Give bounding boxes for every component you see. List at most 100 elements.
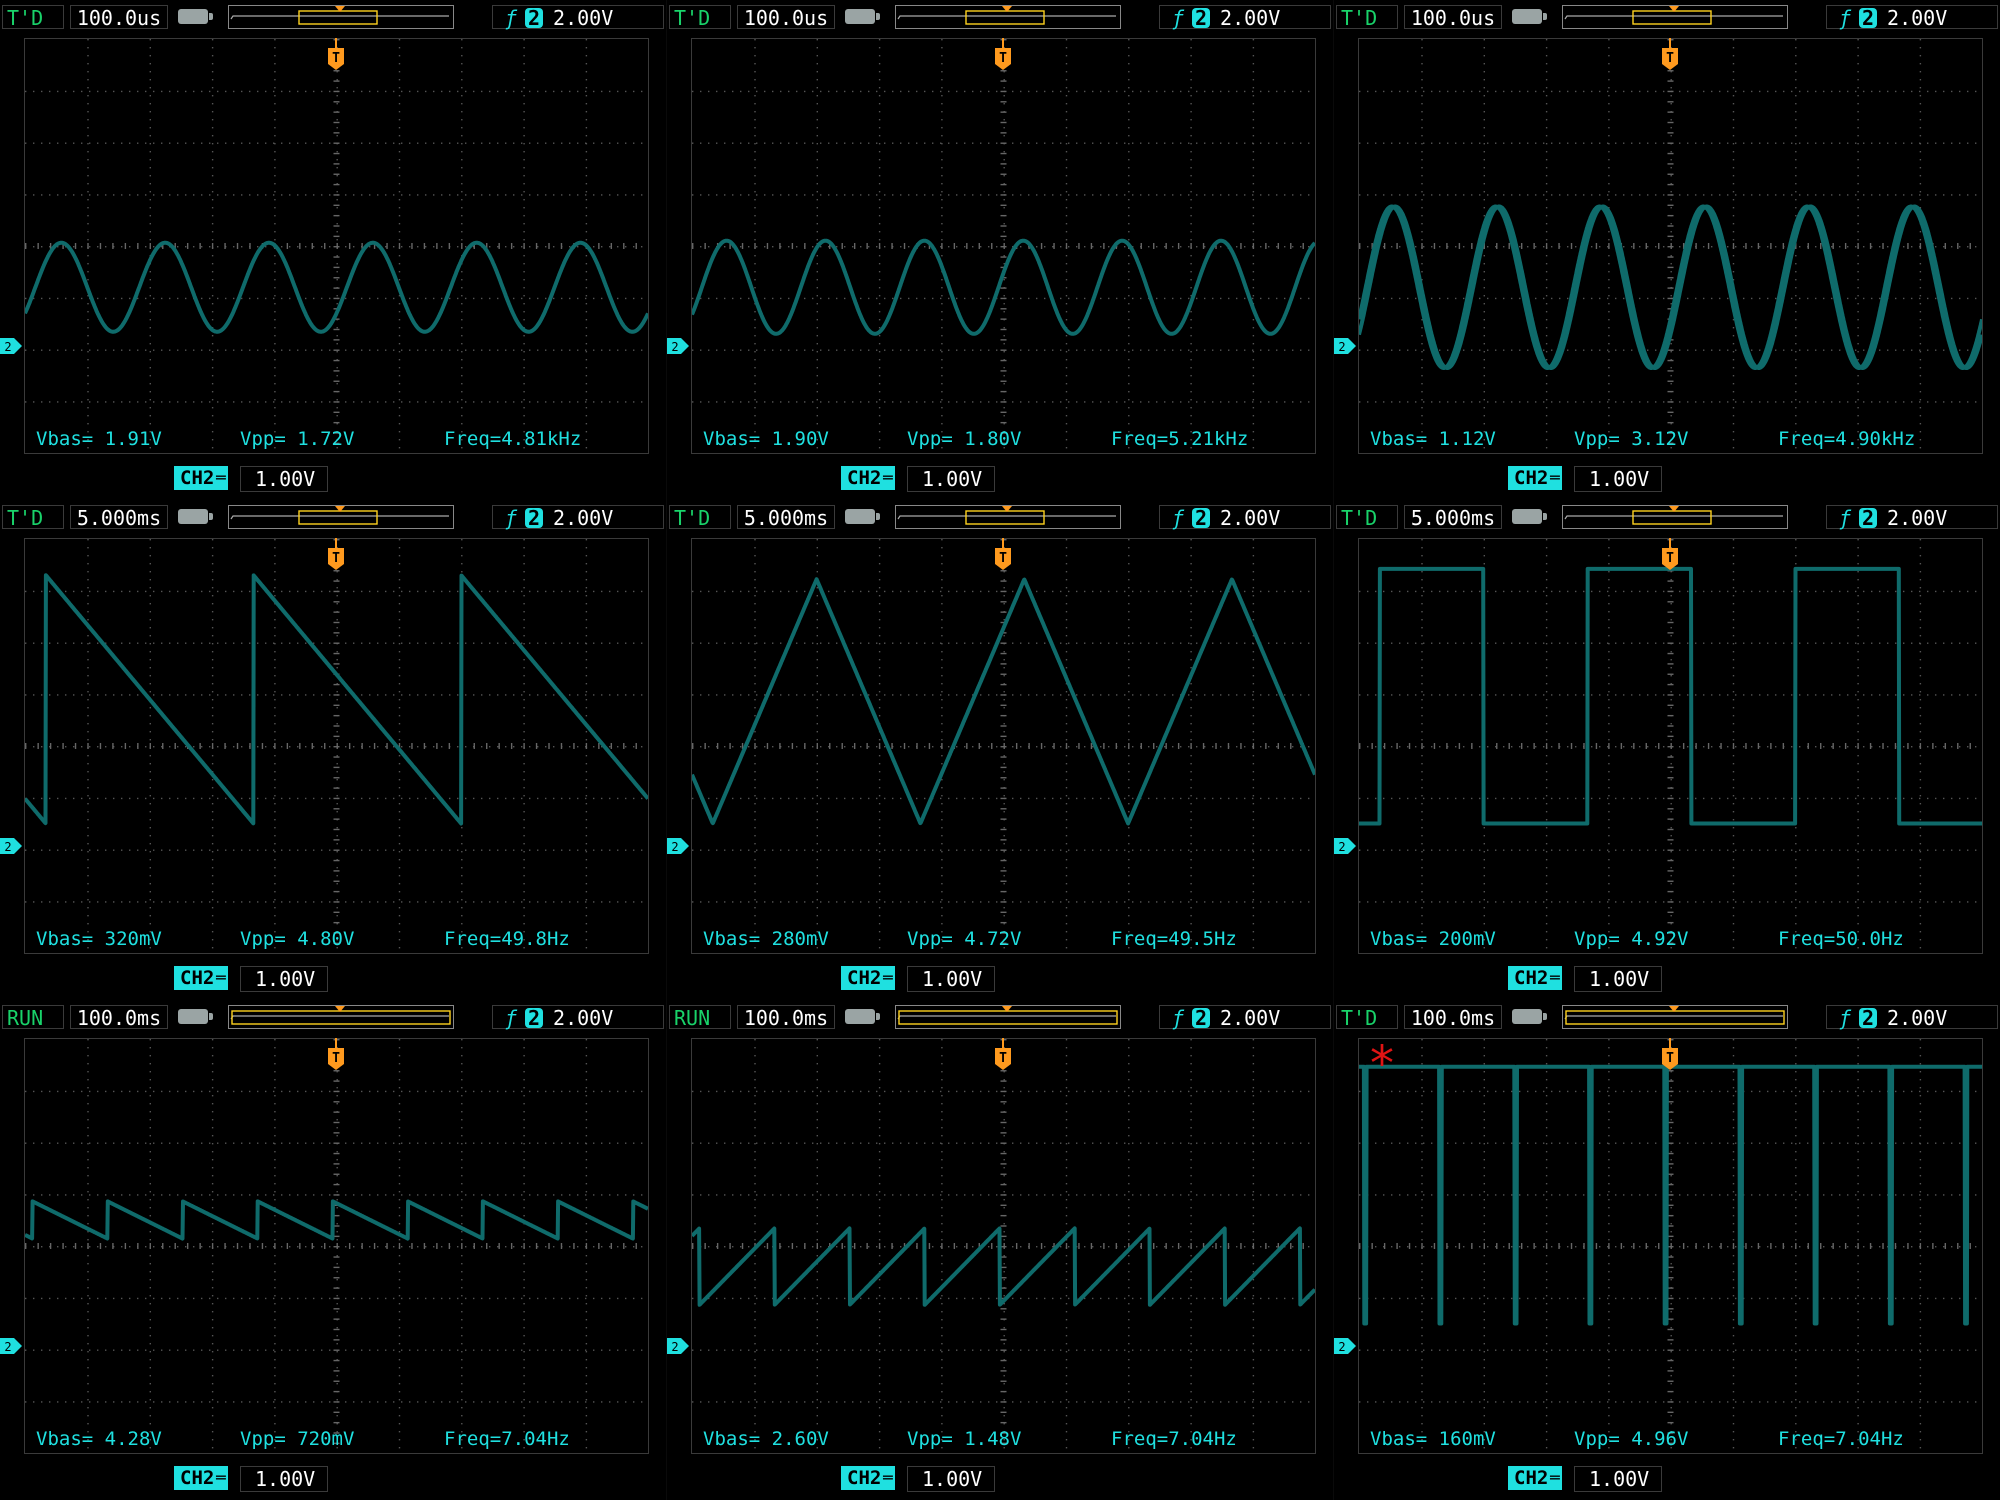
trigger-marker-label: T bbox=[332, 51, 340, 66]
trigger-position-icon[interactable]: T bbox=[994, 538, 1012, 570]
timebase-readout[interactable]: 100.0ms bbox=[70, 1005, 168, 1030]
trigger-position-icon[interactable]: T bbox=[1661, 1038, 1679, 1070]
acquisition-status[interactable]: T'D bbox=[669, 5, 731, 30]
ground-marker-label: 2 bbox=[671, 1340, 678, 1354]
waveform-display[interactable] bbox=[1358, 38, 1983, 454]
trigger-marker-label: T bbox=[1666, 1051, 1674, 1066]
memory-position-bar[interactable] bbox=[1562, 1005, 1788, 1029]
acquisition-status[interactable]: T'D bbox=[1336, 505, 1398, 530]
trigger-settings[interactable]: ƒ 2 2.00V bbox=[1159, 5, 1331, 30]
battery-body bbox=[1512, 509, 1547, 524]
trigger-settings[interactable]: ƒ 2 2.00V bbox=[1826, 1005, 1998, 1030]
trigger-position-icon[interactable]: T bbox=[327, 538, 345, 570]
trigger-position-icon[interactable]: T bbox=[327, 38, 345, 70]
battery-icon bbox=[843, 505, 883, 529]
memory-position-bar[interactable] bbox=[895, 1005, 1121, 1029]
battery-body bbox=[1512, 1009, 1547, 1024]
trigger-level: 2.00V bbox=[1220, 1006, 1281, 1030]
timebase-readout[interactable]: 100.0ms bbox=[737, 1005, 835, 1030]
trigger-settings[interactable]: ƒ 2 2.00V bbox=[492, 1005, 664, 1030]
top-status-bar: RUN 100.0ms ƒ 2 2.00V bbox=[0, 1000, 666, 1034]
acquisition-status[interactable]: T'D bbox=[1336, 5, 1398, 30]
memory-position-bar[interactable] bbox=[228, 505, 454, 529]
channel-2-ground-icon[interactable]: 2 bbox=[667, 338, 689, 354]
vpp-measurement: Vpp= 4.72V bbox=[907, 928, 1022, 950]
acquisition-status[interactable]: RUN bbox=[669, 1005, 731, 1030]
ground-marker-label: 2 bbox=[1338, 340, 1345, 354]
vbase-measurement: Vbas= 160mV bbox=[1370, 1428, 1496, 1450]
trigger-position-icon[interactable]: T bbox=[327, 1038, 345, 1070]
waveform-display[interactable] bbox=[691, 1038, 1316, 1454]
waveform-display[interactable] bbox=[1358, 1038, 1983, 1454]
timebase-readout[interactable]: 5.000ms bbox=[737, 505, 835, 530]
channel-footer: CH2 ═ 1.00V bbox=[667, 1462, 1333, 1500]
waveform-display[interactable] bbox=[1358, 538, 1983, 954]
trigger-settings[interactable]: ƒ 2 2.00V bbox=[1826, 505, 1998, 530]
acquisition-status[interactable]: T'D bbox=[2, 5, 64, 30]
timebase-readout[interactable]: 5.000ms bbox=[1404, 505, 1502, 530]
waveform-display[interactable] bbox=[691, 538, 1316, 954]
memory-position-bar[interactable] bbox=[228, 1005, 454, 1029]
waveform-display[interactable] bbox=[691, 38, 1316, 454]
trigger-channel-badge: 2 bbox=[1859, 8, 1878, 28]
timebase-readout[interactable]: 100.0us bbox=[737, 5, 835, 30]
trigger-channel-badge: 2 bbox=[525, 1008, 544, 1028]
channel-2-ground-icon[interactable]: 2 bbox=[0, 838, 22, 854]
trigger-settings[interactable]: ƒ 2 2.00V bbox=[1159, 1005, 1331, 1030]
waveform-display[interactable] bbox=[24, 538, 649, 954]
volts-per-div[interactable]: 1.00V bbox=[240, 966, 329, 992]
trigger-settings[interactable]: ƒ 2 2.00V bbox=[1159, 505, 1331, 530]
trigger-channel-badge: 2 bbox=[1192, 8, 1211, 28]
acquisition-status[interactable]: RUN bbox=[2, 1005, 64, 1030]
trigger-marker-label: T bbox=[332, 1051, 340, 1066]
volts-per-div[interactable]: 1.00V bbox=[1574, 1466, 1663, 1492]
rising-edge-icon: ƒ bbox=[1172, 1006, 1185, 1030]
frequency-measurement: Freq=49.5Hz bbox=[1111, 928, 1237, 950]
trigger-marker-label: T bbox=[1666, 51, 1674, 66]
timebase-readout[interactable]: 100.0ms bbox=[1404, 1005, 1502, 1030]
memory-position-bar[interactable] bbox=[895, 505, 1121, 529]
trigger-position-icon[interactable]: T bbox=[994, 1038, 1012, 1070]
acquisition-status[interactable]: T'D bbox=[669, 505, 731, 530]
volts-per-div[interactable]: 1.00V bbox=[1574, 966, 1663, 992]
ground-marker-label: 2 bbox=[671, 840, 678, 854]
memory-position-bar[interactable] bbox=[228, 5, 454, 29]
trigger-marker-label: T bbox=[1666, 551, 1674, 566]
trigger-position-icon[interactable]: T bbox=[1661, 38, 1679, 70]
rising-edge-icon: ƒ bbox=[1172, 6, 1185, 30]
acquisition-status[interactable]: T'D bbox=[1336, 1005, 1398, 1030]
waveform-display[interactable] bbox=[24, 1038, 649, 1454]
waveform-display[interactable] bbox=[24, 38, 649, 454]
memory-position-bar[interactable] bbox=[1562, 505, 1788, 529]
trigger-settings[interactable]: ƒ 2 2.00V bbox=[492, 5, 664, 30]
channel-2-ground-icon[interactable]: 2 bbox=[1334, 338, 1356, 354]
volts-per-div[interactable]: 1.00V bbox=[240, 466, 329, 492]
vbase-measurement: Vbas= 200mV bbox=[1370, 928, 1496, 950]
memory-position-bar[interactable] bbox=[1562, 5, 1788, 29]
channel-2-ground-icon[interactable]: 2 bbox=[1334, 1338, 1356, 1354]
volts-per-div[interactable]: 1.00V bbox=[907, 1466, 996, 1492]
channel-2-ground-icon[interactable]: 2 bbox=[0, 1338, 22, 1354]
battery-body bbox=[845, 1009, 880, 1024]
channel-2-ground-icon[interactable]: 2 bbox=[0, 338, 22, 354]
trigger-channel-badge: 2 bbox=[1192, 508, 1211, 528]
timebase-readout[interactable]: 100.0us bbox=[70, 5, 168, 30]
volts-per-div[interactable]: 1.00V bbox=[907, 966, 996, 992]
volts-per-div[interactable]: 1.00V bbox=[907, 466, 996, 492]
trigger-settings[interactable]: ƒ 2 2.00V bbox=[492, 505, 664, 530]
trigger-position-icon[interactable]: T bbox=[994, 38, 1012, 70]
vbase-measurement: Vbas= 1.12V bbox=[1370, 428, 1496, 450]
trigger-position-icon[interactable]: T bbox=[1661, 538, 1679, 570]
memory-position-bar[interactable] bbox=[895, 5, 1121, 29]
channel-2-ground-icon[interactable]: 2 bbox=[667, 1338, 689, 1354]
channel-2-ground-icon[interactable]: 2 bbox=[1334, 838, 1356, 854]
trigger-level: 2.00V bbox=[553, 6, 614, 30]
volts-per-div[interactable]: 1.00V bbox=[1574, 466, 1663, 492]
acquisition-status[interactable]: T'D bbox=[2, 505, 64, 530]
trigger-settings[interactable]: ƒ 2 2.00V bbox=[1826, 5, 1998, 30]
timebase-readout[interactable]: 100.0us bbox=[1404, 5, 1502, 30]
channel-2-ground-icon[interactable]: 2 bbox=[667, 838, 689, 854]
volts-per-div[interactable]: 1.00V bbox=[240, 1466, 329, 1492]
timebase-readout[interactable]: 5.000ms bbox=[70, 505, 168, 530]
annotation-asterisk: * bbox=[1370, 1036, 1394, 1092]
